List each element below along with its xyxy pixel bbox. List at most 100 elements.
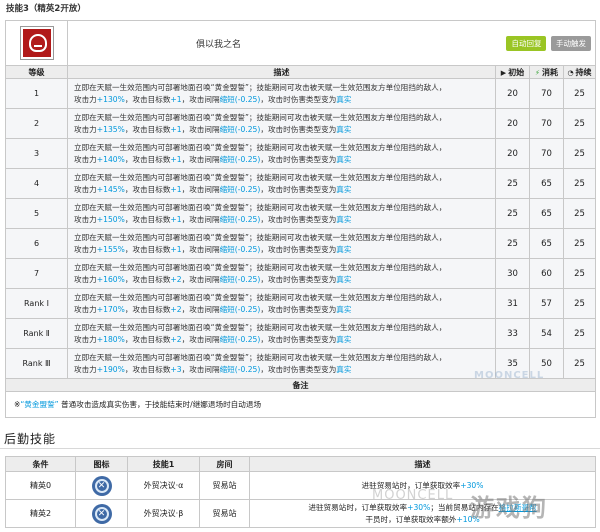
mooncell-watermark: MOONCELL xyxy=(474,370,545,381)
sp-cost: 70 xyxy=(529,108,564,139)
skill-title: 技能3（精英2开放） xyxy=(6,4,86,14)
targets-value: +1 xyxy=(170,154,182,164)
initial-sp: 20 xyxy=(495,108,530,139)
mooncell-watermark-small: MOONCELL xyxy=(372,488,454,503)
level-label: 1 xyxy=(5,78,68,109)
atk-value: +140% xyxy=(96,154,125,164)
sp-cost: 70 xyxy=(529,78,564,109)
sp-cost: 65 xyxy=(529,228,564,259)
sp-cost: 65 xyxy=(529,198,564,229)
skill-level-row: 2 立即在天赋一生效范围内可部署地面召唤“黄金盟誓”；技能期间可攻击被天赋一生效范… xyxy=(5,108,596,139)
note-summon-link[interactable]: “黄金盟誓” xyxy=(20,400,58,409)
skill-header-row: 俱以我之名 自动回复 手动触发 xyxy=(5,20,596,66)
targets-value: +1 xyxy=(170,184,182,194)
skill-name: 俱以我之名 xyxy=(196,39,242,50)
interval-value: (-0.25) xyxy=(234,334,261,344)
skill-icon-cell xyxy=(5,20,68,66)
atk-value: +135% xyxy=(96,124,125,134)
skill-duration: 25 xyxy=(563,138,596,169)
clock-icon: ◔ xyxy=(567,68,574,77)
sp-cost: 65 xyxy=(529,168,564,199)
base-skill-name: 外贸决议·α xyxy=(127,471,200,500)
skill-column-headers: 等级 描述 ▶ 初始 ⚡ 消耗 ◔ 持续 xyxy=(5,65,596,79)
base-skill-name: 外贸决议·β xyxy=(127,499,200,528)
level-label: Rank Ⅲ xyxy=(5,348,68,379)
level-label: 3 xyxy=(5,138,68,169)
interval-value: (-0.25) xyxy=(234,184,261,194)
skill-duration: 25 xyxy=(563,258,596,289)
skill-duration: 25 xyxy=(563,288,596,319)
notes-row: ※“黄金盟誓” 普通攻击造成真实伤害，于技能结束时/继娜退场时自动退场 xyxy=(5,391,596,418)
initial-sp: 20 xyxy=(495,138,530,169)
initial-sp: 30 xyxy=(495,258,530,289)
level-label: 6 xyxy=(5,228,68,259)
sp-recovery-badge: 自动回复 xyxy=(506,35,547,51)
skill-duration: 25 xyxy=(563,78,596,109)
col-initial: ▶ 初始 xyxy=(495,65,530,79)
targets-value: +3 xyxy=(170,364,182,374)
atk-value: +180% xyxy=(96,334,125,344)
level-label: 7 xyxy=(5,258,68,289)
initial-sp: 20 xyxy=(495,78,530,109)
skill-duration: 25 xyxy=(563,108,596,139)
level-label: Rank Ⅰ xyxy=(5,288,68,319)
trigger-badge: 手动触发 xyxy=(551,35,591,51)
level-desc: 立即在天赋一生效范围内可部署地面召唤“黄金盟誓”；技能期间可攻击被天赋一生效范围… xyxy=(67,198,496,229)
skill-level-row: Rank Ⅰ 立即在天赋一生效范围内可部署地面召唤“黄金盟誓”；技能期间可攻击被天… xyxy=(5,288,596,319)
interval-value: (-0.25) xyxy=(234,124,261,134)
targets-value: +1 xyxy=(170,244,182,254)
level-desc: 立即在天赋一生效范围内可部署地面召唤“黄金盟誓”；技能期间可攻击被天赋一生效范围… xyxy=(67,78,496,109)
skill-level-row: 6 立即在天赋一生效范围内可部署地面召唤“黄金盟誓”；技能期间可攻击被天赋一生效范… xyxy=(5,228,596,259)
atk-value: +130% xyxy=(96,94,125,104)
play-icon: ▶ xyxy=(500,68,507,77)
sp-cost: 57 xyxy=(529,288,564,319)
level-desc: 立即在天赋一生效范围内可部署地面召唤“黄金盟誓”；技能期间可攻击被天赋一生效范围… xyxy=(67,348,496,379)
interval-value: (-0.25) xyxy=(234,94,261,104)
level-desc: 立即在天赋一生效范围内可部署地面召唤“黄金盟誓”；技能期间可攻击被天赋一生效范围… xyxy=(67,168,496,199)
base-skills-title: 后勤技能 xyxy=(4,432,57,446)
base-room: 贸易站 xyxy=(199,499,250,528)
level-desc: 立即在天赋一生效范围内可部署地面召唤“黄金盟誓”；技能期间可攻击被天赋一生效范围… xyxy=(67,258,496,289)
interval-value: (-0.25) xyxy=(234,154,261,164)
atk-value: +155% xyxy=(96,244,125,254)
atk-value: +160% xyxy=(96,274,125,284)
initial-sp: 33 xyxy=(495,318,530,349)
sp-cost: 70 xyxy=(529,138,564,169)
skill-level-row: Rank Ⅱ 立即在天赋一生效范围内可部署地面召唤“黄金盟誓”；技能期间可攻击被天… xyxy=(5,318,596,349)
page: 技能3（精英2开放） 俱以我之名 自动回复 手动触发 等级 描述 ▶ 初始 ⚡ … xyxy=(0,0,600,532)
interval-value: (-0.25) xyxy=(234,244,261,254)
initial-sp: 25 xyxy=(495,198,530,229)
atk-value: +145% xyxy=(96,184,125,194)
col-base-desc: 描述 xyxy=(249,456,596,472)
initial-sp: 31 xyxy=(495,288,530,319)
skill-duration: 25 xyxy=(563,228,596,259)
note-text: 普通攻击造成真实伤害，于技能结束时/继娜退场时自动退场 xyxy=(61,400,262,409)
skill-level-row: 5 立即在天赋一生效范围内可部署地面召唤“黄金盟誓”；技能期间可攻击被天赋一生效范… xyxy=(5,198,596,229)
trade-skill-icon xyxy=(91,503,112,524)
level-label: 4 xyxy=(5,168,68,199)
col-room: 房间 xyxy=(199,456,250,472)
targets-value: +2 xyxy=(170,274,182,284)
targets-value: +1 xyxy=(170,94,182,104)
skill-duration: 25 xyxy=(563,318,596,349)
section-divider xyxy=(0,448,600,449)
sp-cost: 60 xyxy=(529,258,564,289)
targets-value: +1 xyxy=(170,214,182,224)
col-duration: ◔ 持续 xyxy=(563,65,596,79)
trade-skill-icon xyxy=(91,475,112,496)
site-watermark: 游戏狗 xyxy=(470,493,548,522)
col-skill: 技能1 xyxy=(127,456,200,472)
interval-value: (-0.25) xyxy=(234,304,261,314)
base-column-headers: 条件 图标 技能1 房间 描述 xyxy=(5,456,596,472)
col-desc: 描述 xyxy=(67,65,496,79)
interval-value: (-0.25) xyxy=(234,364,261,374)
atk-value: +170% xyxy=(96,304,125,314)
skill-level-row: 1 立即在天赋一生效范围内可部署地面召唤“黄金盟誓”；技能期间可攻击被天赋一生效范… xyxy=(5,78,596,109)
level-desc: 立即在天赋一生效范围内可部署地面召唤“黄金盟誓”；技能期间可攻击被天赋一生效范围… xyxy=(67,138,496,169)
level-label: 2 xyxy=(5,108,68,139)
col-cost: ⚡ 消耗 xyxy=(529,65,564,79)
level-desc: 立即在天赋一生效范围内可部署地面召唤“黄金盟誓”；技能期间可攻击被天赋一生效范围… xyxy=(67,288,496,319)
targets-value: +2 xyxy=(170,334,182,344)
atk-value: +190% xyxy=(96,364,125,374)
level-label: 5 xyxy=(5,198,68,229)
